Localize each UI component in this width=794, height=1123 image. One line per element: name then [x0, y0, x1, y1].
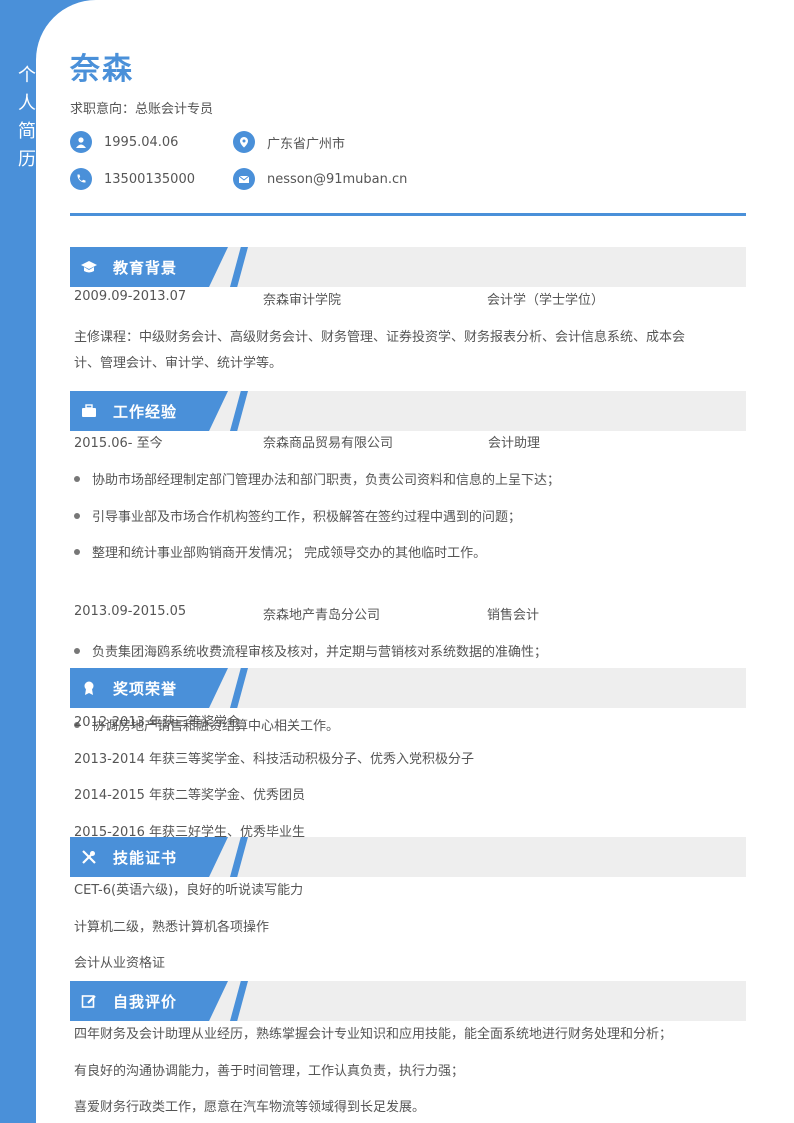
skill-item: CET-6(英语六级)，良好的听说读写能力 — [74, 883, 304, 898]
info-location: 广东省广州市 — [233, 131, 345, 153]
sidebar-title-char: 简 — [18, 121, 36, 142]
self-item: 喜爱财务行政类工作，愿意在汽车物流等领域得到长足发展。 — [74, 1100, 426, 1115]
info-birth: 1995.04.06 — [70, 131, 178, 153]
sidebar-title-char: 个 — [18, 65, 36, 86]
section-title: 教育背景 — [113, 258, 178, 277]
section-title: 工作经验 — [113, 402, 178, 421]
sidebar-title-char: 人 — [18, 93, 36, 114]
job-role: 销售会计 — [487, 608, 540, 623]
section-work-header: 工作经验 — [70, 391, 746, 431]
edu-school: 奈森审计学院 — [263, 293, 342, 308]
job-duty: 负责集团海鸥系统收费流程审核及核对，并定期与营销核对系统数据的准确性； — [73, 641, 547, 660]
edit-icon — [79, 991, 99, 1011]
phone-number: 13500135000 — [104, 171, 195, 187]
tools-icon — [79, 847, 99, 867]
job-company: 奈森商品贸易有限公司 — [263, 436, 394, 451]
section-title: 奖项荣誉 — [113, 679, 178, 698]
edu-courses: 主修课程：中级财务会计、高级财务会计、财务管理、证券投资学、财务报表分析、会计信… — [74, 330, 686, 345]
section-stripe — [230, 247, 248, 287]
edu-courses-cont: 计、管理会计、审计学、统计学等。 — [74, 356, 283, 371]
section-stripe — [230, 981, 248, 1021]
section-stripe — [230, 391, 248, 431]
section-tab: 自我评价 — [70, 981, 228, 1021]
job-duty: 协助市场部经理制定部门管理办法和部门职责，负责公司资料和信息的上呈下达； — [73, 469, 560, 488]
birth-date: 1995.04.06 — [104, 134, 179, 150]
briefcase-icon — [79, 401, 99, 421]
award-item: 2012-2013 年获三等奖学金 — [74, 715, 240, 730]
section-awards-header: 奖项荣誉 — [70, 668, 746, 708]
section-skills-header: 技能证书 — [70, 837, 746, 877]
candidate-name: 奈森 — [70, 52, 134, 87]
email-icon — [233, 168, 255, 190]
award-item: 2014-2015 年获二等奖学金、优秀团员 — [74, 788, 305, 803]
job-duty: 整理和统计事业部购销商开发情况； 完成领导交办的其他临时工作。 — [73, 542, 486, 561]
location-pin-icon — [233, 131, 255, 153]
sidebar-title-char: 历 — [18, 149, 36, 170]
award-item: 2013-2014 年获三等奖学金、科技活动积极分子、优秀入党积极分子 — [74, 752, 474, 767]
section-tab: 奖项荣誉 — [70, 668, 228, 708]
section-tab: 教育背景 — [70, 247, 228, 287]
job-period: 2015.06- 至今 — [74, 436, 163, 451]
email-address: nesson@91muban.cn — [267, 171, 408, 187]
section-title: 自我评价 — [113, 992, 178, 1011]
section-tab: 技能证书 — [70, 837, 228, 877]
self-item: 四年财务及会计助理从业经历，熟练掌握会计专业知识和应用技能，能全面系统地进行财务… — [74, 1027, 673, 1042]
job-period: 2013.09-2015.05 — [74, 604, 187, 619]
user-icon — [70, 131, 92, 153]
job-duty: 引导事业部及市场合作机构签约工作，积极解答在签约过程中遇到的问题； — [73, 506, 521, 525]
section-tab: 工作经验 — [70, 391, 228, 431]
job-company: 奈森地产青岛分公司 — [263, 608, 381, 623]
job-role: 会计助理 — [488, 436, 541, 451]
skill-item: 会计从业资格证 — [74, 956, 166, 971]
location: 广东省广州市 — [267, 136, 346, 152]
section-self-header: 自我评价 — [70, 981, 746, 1021]
section-education-header: 教育背景 — [70, 247, 746, 287]
section-title: 技能证书 — [113, 848, 178, 867]
section-stripe — [230, 837, 248, 877]
sidebar-title: 个 人 简 历 — [18, 62, 38, 174]
medal-icon — [79, 678, 99, 698]
phone-icon — [70, 168, 92, 190]
job-objective: 求职意向：总账会计专员 — [70, 102, 214, 117]
skill-item: 计算机二级，熟悉计算机各项操作 — [74, 920, 270, 935]
info-email: nesson@91muban.cn — [233, 168, 407, 190]
graduation-cap-icon — [79, 257, 99, 277]
info-phone: 13500135000 — [70, 168, 195, 190]
edu-period: 2009.09-2013.07 — [74, 289, 187, 304]
header-divider — [70, 213, 746, 216]
self-item: 有良好的沟通协调能力，善于时间管理，工作认真负责，执行力强； — [74, 1064, 465, 1079]
edu-major: 会计学（学士学位） — [487, 293, 605, 308]
section-stripe — [230, 668, 248, 708]
